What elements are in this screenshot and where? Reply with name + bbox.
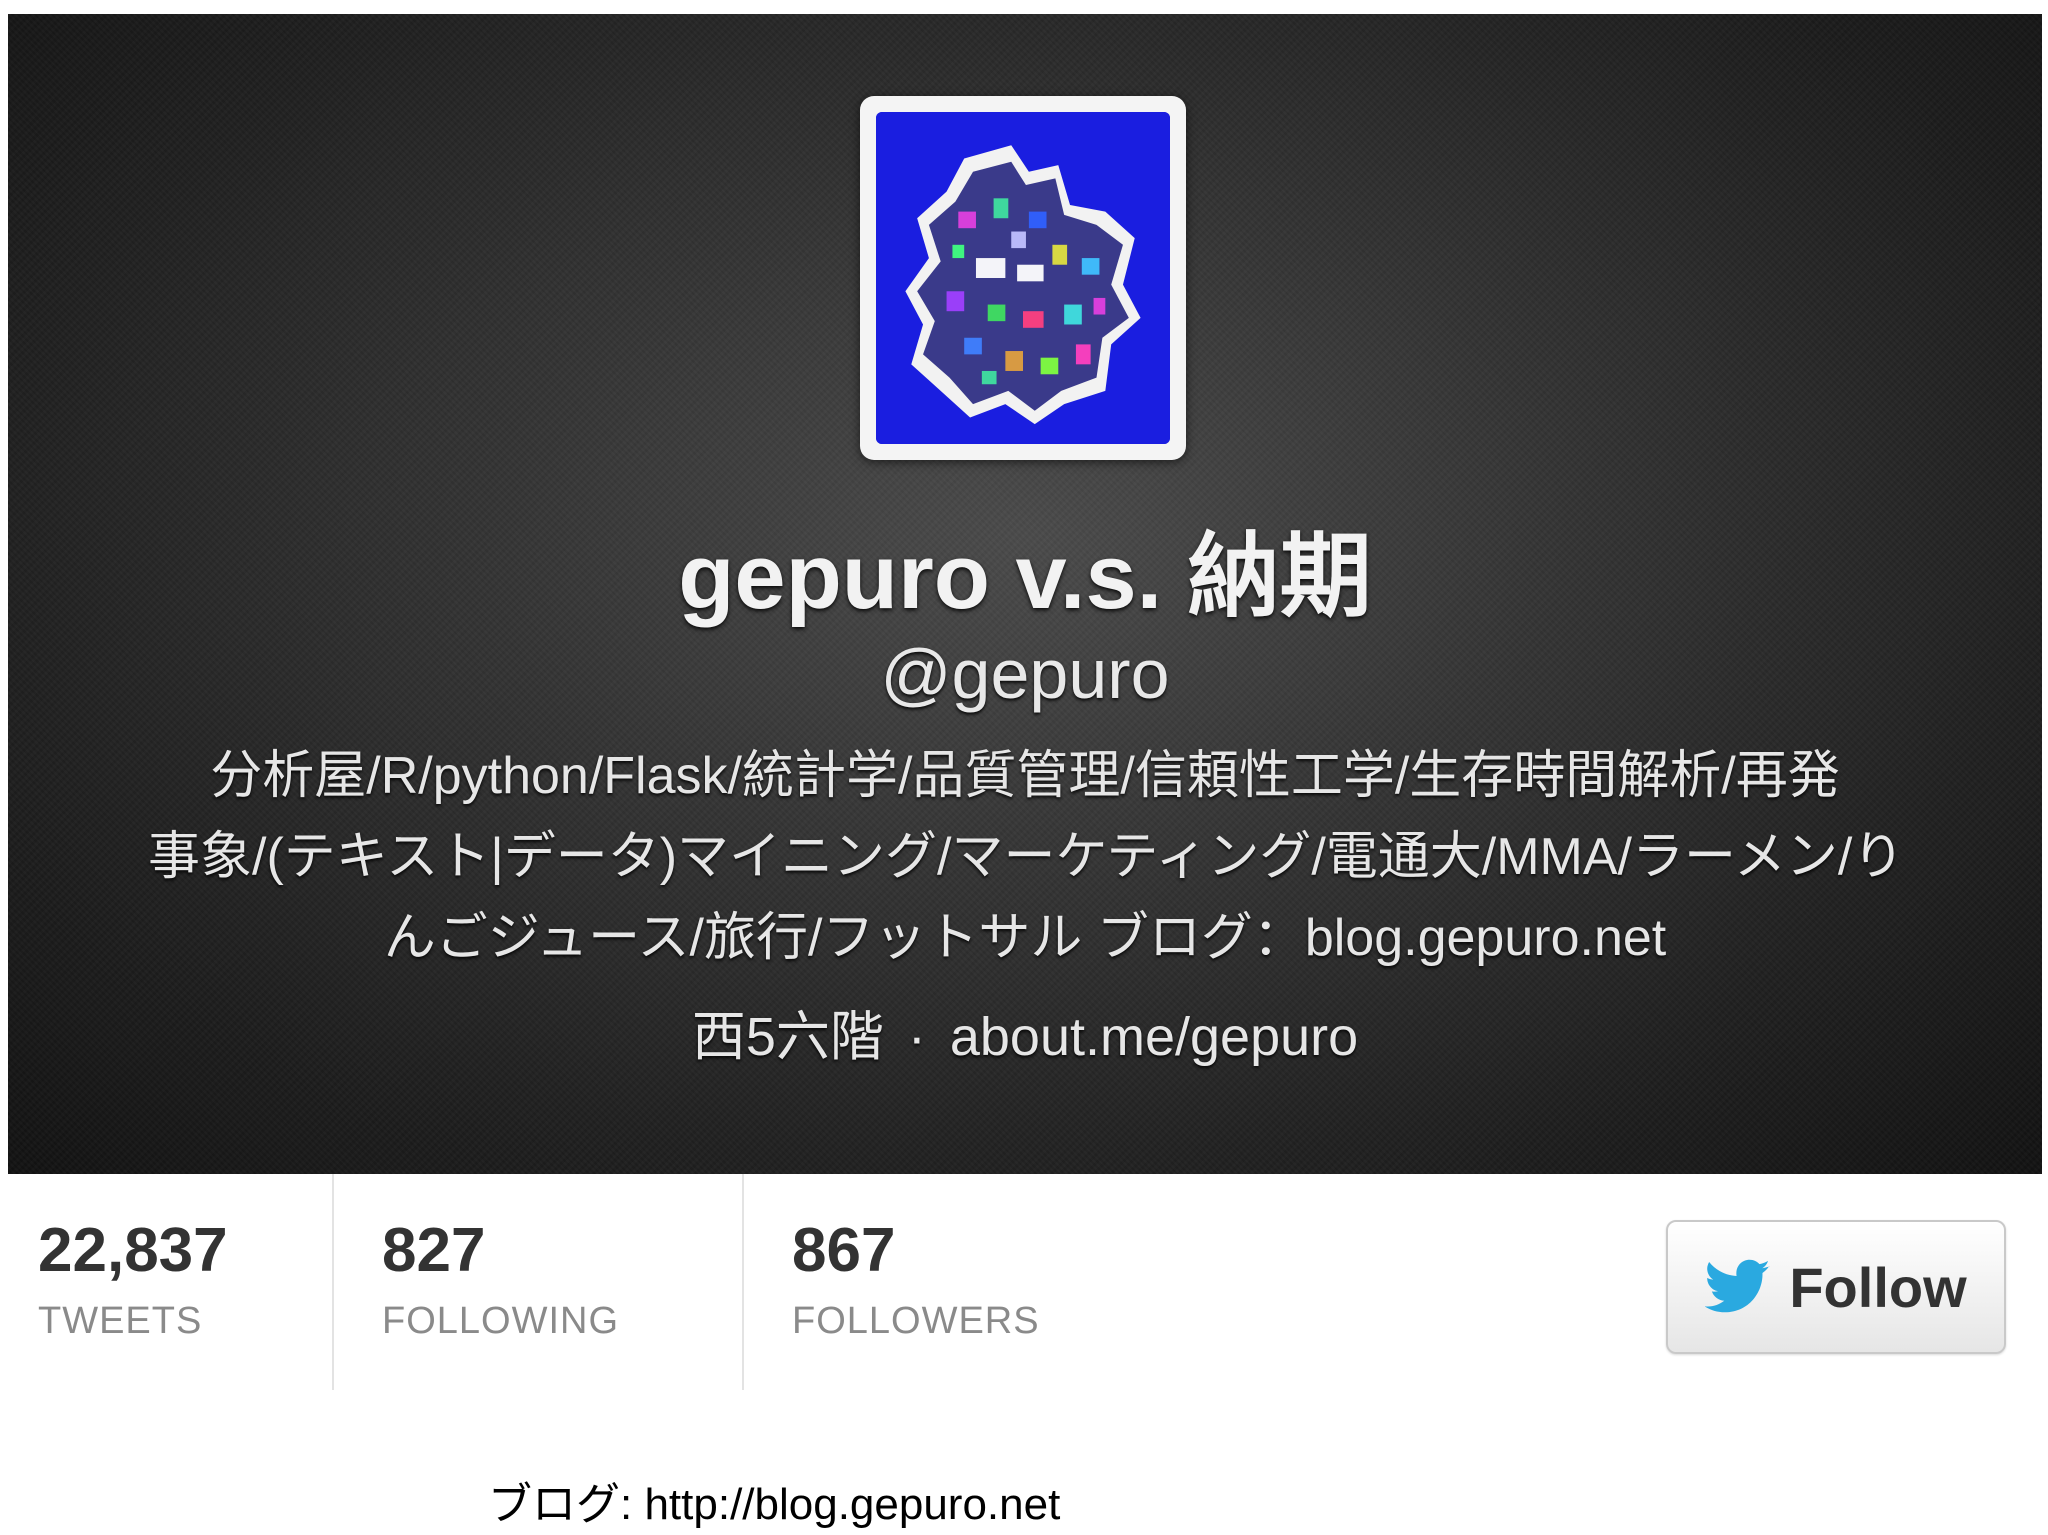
- tweets-label: TWEETS: [38, 1300, 203, 1342]
- separator: ·: [907, 1007, 926, 1067]
- location: 西5六階: [691, 1007, 884, 1067]
- screen-name[interactable]: @gepuro: [8, 634, 2042, 714]
- blog-caption: ブログ: http://blog.gepuro.net: [488, 1480, 1061, 1529]
- bio-line: んごジュース/旅行/フットサル ブログ：blog.gepuro.net: [383, 909, 1667, 967]
- following-count: 827: [382, 1216, 486, 1285]
- divider: [332, 1174, 334, 1390]
- stat-following[interactable]: 827 FOLLOWING: [382, 1174, 752, 1390]
- bio: 分析屋/R/python/Flask/統計学/品質管理/信頼性工学/生存時間解析…: [148, 736, 1905, 979]
- profile-url-link[interactable]: about.me/gepuro: [950, 1007, 1358, 1067]
- location-and-url: 西5六階 · about.me/gepuro: [8, 992, 2042, 1071]
- follow-label: Follow: [1789, 1255, 1967, 1319]
- divider: [742, 1174, 744, 1390]
- following-label: FOLLOWING: [382, 1300, 620, 1342]
- twitter-bird-icon: [1705, 1259, 1771, 1315]
- profile-header: gepuro v.s. 納期 @gepuro 分析屋/R/python/Flas…: [8, 14, 2042, 1174]
- avatar[interactable]: [860, 96, 1186, 460]
- pixel-art-avatar-icon: [876, 112, 1170, 444]
- followers-label: FOLLOWERS: [792, 1300, 1040, 1342]
- page: gepuro v.s. 納期 @gepuro 分析屋/R/python/Flas…: [0, 0, 2048, 1535]
- stat-tweets[interactable]: 22,837 TWEETS: [38, 1174, 338, 1390]
- follow-button[interactable]: Follow: [1666, 1220, 2006, 1354]
- bio-line: 事象/(テキスト|データ)マイニング/マーケティング/電通大/MMA/ラーメン/…: [148, 828, 1905, 886]
- stat-followers[interactable]: 867 FOLLOWERS: [792, 1174, 1212, 1390]
- followers-count: 867: [792, 1216, 896, 1285]
- profile-stats: 22,837 TWEETS 827 FOLLOWING 867 FOLLOWER…: [8, 1174, 2042, 1390]
- tweets-count: 22,837: [38, 1216, 228, 1285]
- bio-line: 分析屋/R/python/Flask/統計学/品質管理/信頼性工学/生存時間解析…: [210, 747, 1840, 805]
- display-name: gepuro v.s. 納期: [678, 526, 1372, 628]
